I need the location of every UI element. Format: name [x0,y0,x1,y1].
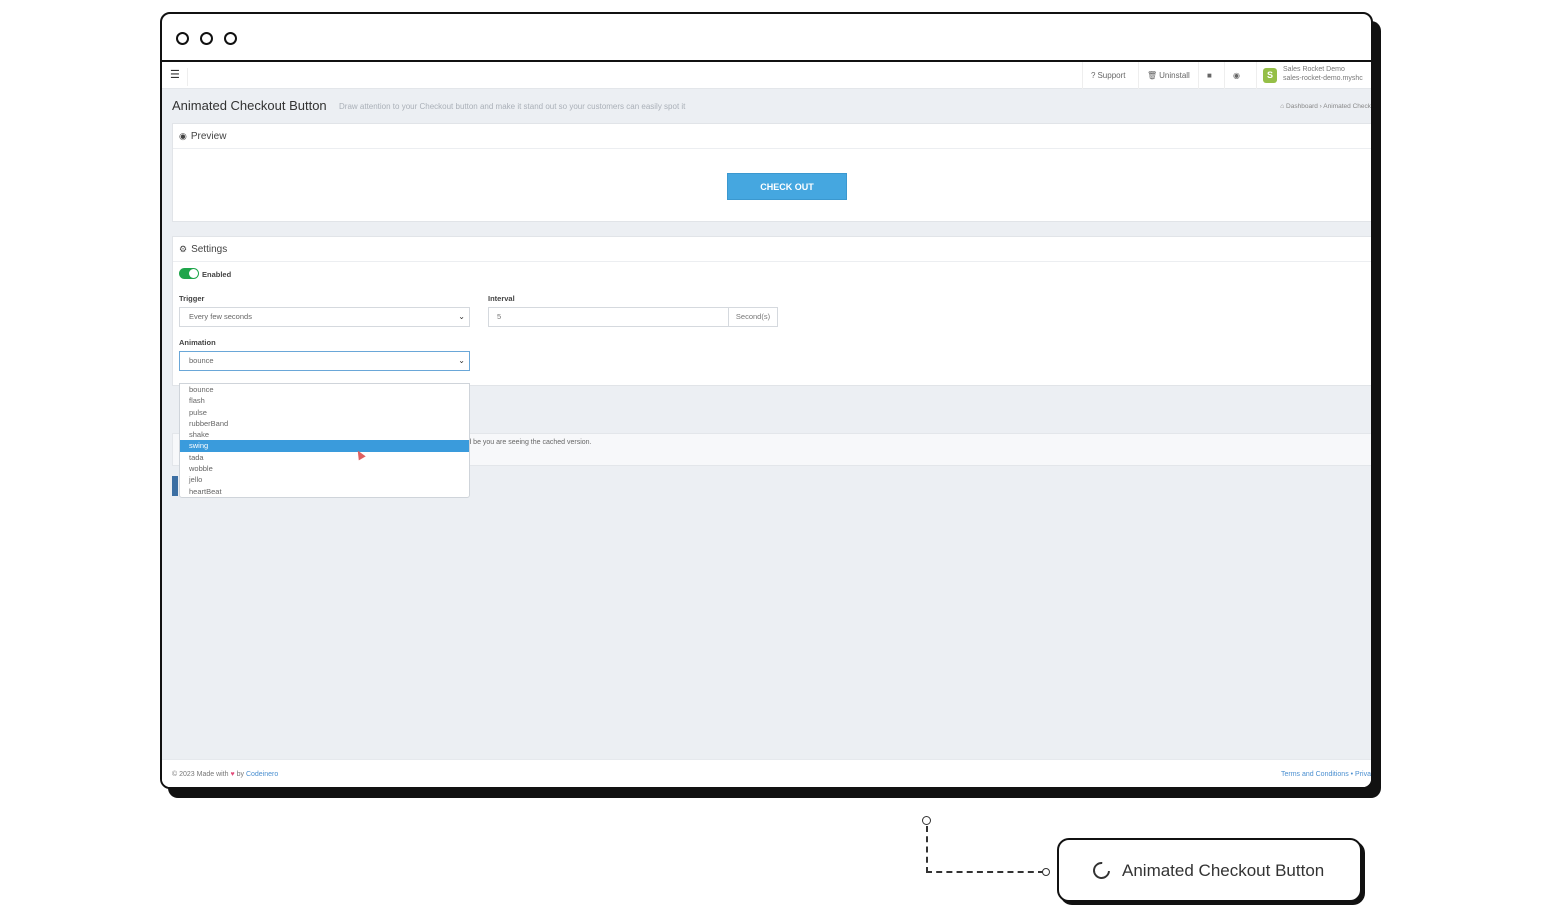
breadcrumb-dashboard[interactable]: Dashboard [1286,103,1318,110]
enabled-toggle[interactable] [179,268,199,279]
page-subtitle: Draw attention to your Checkout button a… [339,102,686,111]
trigger-label: Trigger [179,294,205,303]
animation-option[interactable]: heartBeat [180,486,469,497]
chevron-down-icon: ⌄ [458,356,465,365]
animation-option[interactable]: wobble [180,463,469,474]
animation-option[interactable]: flash [180,395,469,406]
heart-icon: ♥ [230,771,235,778]
save-button[interactable] [172,476,178,496]
connector-line-horizontal [926,871,1044,873]
interval-label: Interval [488,294,515,303]
app-content: ☰ ? Support 🗑 Uninstall ■ ◉ S Sales Rocket… [162,62,1371,787]
animation-option[interactable]: tada [180,452,469,463]
window-titlebar [162,14,1371,62]
page-title: Animated Checkout Button [172,98,327,113]
top-navbar: ☰ ? Support 🗑 Uninstall ■ ◉ S Sales Rocket… [162,62,1371,89]
interval-unit-addon: Second(s) [728,307,778,327]
animation-option[interactable]: shake [180,429,469,440]
animation-select[interactable]: bounce ⌄ [179,351,470,371]
animation-option[interactable]: jello [180,474,469,485]
preview-panel: ◉ Preview CHECK OUT [172,123,1371,222]
loading-circle-icon [1089,858,1114,883]
animation-label: Animation [179,338,216,347]
breadcrumb: ⌂ Dashboard › Animated Check [1280,103,1371,110]
eye-icon: ◉ [179,131,187,141]
connector-pin-icon [922,816,931,825]
home-icon: ⌂ [1280,103,1285,110]
connector-line-vertical [926,826,928,873]
checkout-preview-button[interactable]: CHECK OUT [727,173,847,200]
cache-notice-text: ould be you are seeing the cached versio… [458,439,592,446]
store-domain: sales-rocket-demo.myshc [1283,75,1363,82]
window-close-dot[interactable] [176,32,189,45]
breadcrumb-current: Animated Check [1323,103,1371,110]
eye-icon[interactable]: ◉ [1224,62,1248,89]
window-minimize-dot[interactable] [200,32,213,45]
window-maximize-dot[interactable] [224,32,237,45]
hamburger-menu-icon[interactable]: ☰ [170,68,188,86]
browser-window: ☰ ? Support 🗑 Uninstall ■ ◉ S Sales Rocket… [160,12,1373,789]
interval-input[interactable]: 5 [488,307,729,327]
store-name: Sales Rocket Demo [1283,66,1345,73]
briefcase-icon[interactable]: ■ [1198,62,1220,89]
connector-end-icon [1042,868,1050,876]
trash-icon: 🗑 [1147,71,1158,80]
footer-legal-links[interactable]: Terms and Conditions • Priva [1281,771,1371,778]
question-circle-icon: ? [1091,71,1096,80]
animation-option[interactable]: rubberBand [180,418,469,429]
uninstall-link[interactable]: 🗑 Uninstall [1138,62,1198,89]
footer: © 2023 Made with ♥ by Codeinero Terms an… [162,759,1371,787]
footer-credits: © 2023 Made with ♥ by Codeinero [172,771,279,778]
callout-label: Animated Checkout Button [1122,861,1325,880]
codeinero-link[interactable]: Codeinero [246,771,278,778]
chevron-down-icon: ⌄ [458,312,465,321]
settings-panel: ⚙ Settings Enabled Trigger Every few seco… [172,236,1371,386]
settings-panel-header: ⚙ Settings [173,237,1371,262]
preview-panel-header: ◉ Preview [173,124,1371,149]
animation-option[interactable]: pulse [180,407,469,418]
support-link[interactable]: ? Support [1082,62,1133,89]
gears-icon: ⚙ [179,244,188,254]
shopify-logo-icon: S [1263,68,1277,83]
animation-option[interactable]: bounce [180,384,469,395]
enabled-label: Enabled [202,270,232,279]
animation-option-highlighted[interactable]: swing [180,440,469,452]
store-account[interactable]: S Sales Rocket Demo sales-rocket-demo.my… [1256,62,1371,89]
trigger-select[interactable]: Every few seconds ⌄ [179,307,470,327]
animation-dropdown-list: bounce flash pulse rubberBand shake swin… [179,383,470,498]
feature-callout: Animated Checkout Button [1057,838,1362,902]
